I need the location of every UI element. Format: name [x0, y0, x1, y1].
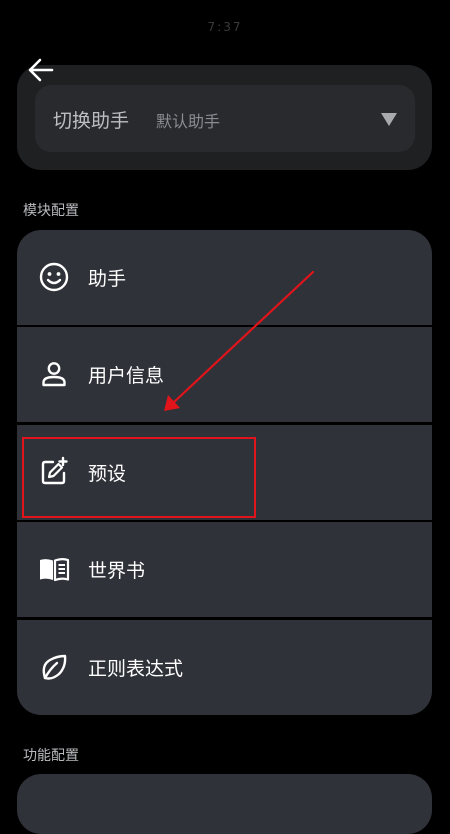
module-item-user-info[interactable]: 用户信息: [17, 327, 432, 422]
smiley-icon: [38, 261, 70, 293]
arrow-left-icon: [28, 58, 54, 82]
module-item-label: 用户信息: [88, 365, 165, 387]
switch-assistant-label: 切换助手: [53, 110, 130, 132]
module-item-regex[interactable]: 正则表达式: [17, 620, 432, 715]
triangle-down-icon: [381, 113, 397, 126]
module-item-label: 助手: [88, 268, 127, 290]
function-section-title: 功能配置: [23, 748, 79, 764]
book-icon: [38, 553, 70, 585]
module-item-label: 正则表达式: [88, 658, 184, 680]
status-bar-text: 7:37: [207, 20, 243, 34]
person-icon: [38, 358, 70, 390]
assistant-switch-card: 切换助手 默认助手: [17, 65, 432, 170]
back-button[interactable]: [26, 56, 56, 84]
module-item-world-book[interactable]: 世界书: [17, 522, 432, 617]
leaf-icon: [38, 651, 70, 683]
module-item-label: 世界书: [88, 560, 146, 582]
module-item-preset[interactable]: 预设: [17, 425, 432, 520]
module-section-title: 模块配置: [23, 203, 79, 219]
function-config-card[interactable]: [17, 774, 432, 834]
assistant-switch-dropdown[interactable]: 切换助手 默认助手: [35, 85, 415, 152]
module-item-assistant[interactable]: 助手: [17, 230, 432, 325]
switch-assistant-value: 默认助手: [156, 112, 221, 131]
module-item-label: 预设: [88, 463, 127, 485]
module-list: 助手 用户信息 预设 世界书 正则表达式: [17, 230, 432, 715]
edit-plus-icon: [38, 456, 70, 488]
